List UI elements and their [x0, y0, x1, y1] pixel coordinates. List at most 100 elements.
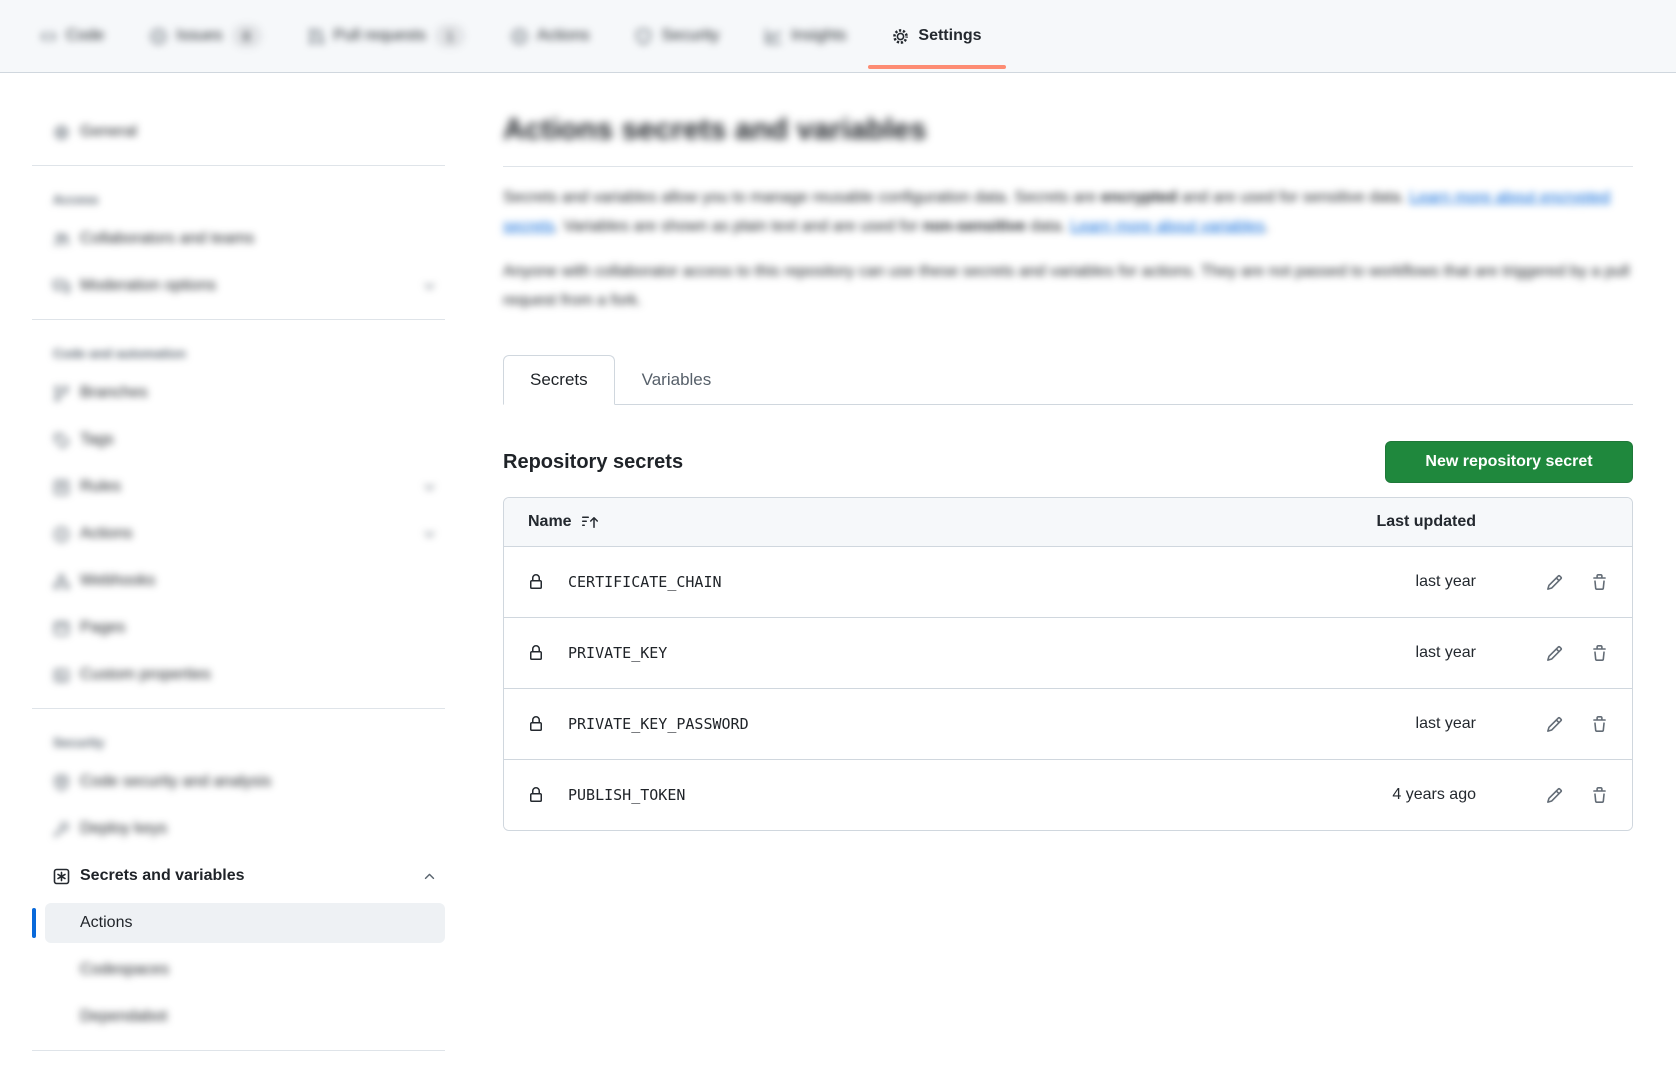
sidebar-section-code-and-automation: Code and automation — [45, 346, 445, 361]
page-title: Actions secrets and variables — [503, 112, 1633, 148]
secret-name: PUBLISH_TOKEN — [568, 786, 685, 804]
chevron-down-icon — [422, 279, 437, 294]
tab-label: Actions — [537, 27, 589, 45]
delete-secret-button[interactable] — [1591, 574, 1608, 591]
rules-icon — [53, 479, 70, 496]
edit-secret-button[interactable] — [1546, 716, 1563, 733]
tab-variables[interactable]: Variables — [615, 355, 739, 404]
pencil-icon — [1546, 716, 1563, 733]
sidebar-item-general[interactable]: General — [45, 112, 445, 152]
tab-settings[interactable]: Settings — [888, 0, 985, 72]
repository-secrets-heading: Repository secrets — [503, 451, 683, 474]
column-header-last-updated: Last updated — [1306, 513, 1476, 531]
people-icon — [53, 231, 70, 248]
sidebar-item-label: Moderation options — [80, 277, 216, 295]
tab-label: Code — [66, 27, 104, 45]
table-row: PRIVATE_KEY_PASSWORD last year — [504, 688, 1632, 759]
page-description: Secrets and variables allow you to manag… — [503, 183, 1633, 315]
delete-secret-button[interactable] — [1591, 645, 1608, 662]
sidebar-subitem-dependabot[interactable]: Dependabot — [45, 997, 445, 1037]
sidebar-item-deploy-keys[interactable]: Deploy keys — [45, 809, 445, 849]
sidebar-item-secrets-and-variables[interactable]: Secrets and variables — [45, 856, 445, 896]
sidebar-item-custom-properties[interactable]: Custom properties — [45, 655, 445, 695]
delete-secret-button[interactable] — [1591, 787, 1608, 804]
tab-pull-requests[interactable]: Pull requests 1 — [304, 0, 470, 72]
settings-content: Actions secrets and variables Secrets an… — [455, 73, 1676, 831]
sidebar-item-label: Secrets and variables — [80, 867, 245, 885]
trash-icon — [1591, 716, 1608, 733]
column-header-name: Name — [528, 513, 572, 531]
gear-icon — [53, 124, 70, 141]
tab-issues[interactable]: Issues 8 — [146, 0, 265, 72]
sidebar-item-label: Branches — [80, 384, 148, 402]
sidebar-divider — [32, 708, 445, 709]
pencil-icon — [1546, 645, 1563, 662]
trash-icon — [1591, 787, 1608, 804]
gear-icon — [892, 28, 909, 45]
codescan-icon — [53, 774, 70, 791]
tab-label: Pull requests — [334, 27, 427, 45]
id-badge-icon — [53, 667, 70, 684]
tag-icon — [53, 432, 70, 449]
sidebar-item-label: Deploy keys — [80, 820, 167, 838]
sidebar-item-branches[interactable]: Branches — [45, 373, 445, 413]
webhook-icon — [53, 573, 70, 590]
edit-secret-button[interactable] — [1546, 645, 1563, 662]
sidebar-item-label: Collaborators and teams — [80, 230, 254, 248]
tab-actions[interactable]: Actions — [507, 0, 593, 72]
edit-secret-button[interactable] — [1546, 787, 1563, 804]
new-repository-secret-button[interactable]: New repository secret — [1385, 441, 1633, 483]
tab-insights[interactable]: Insights — [761, 0, 850, 72]
sidebar-item-label: Code security and analysis — [80, 773, 271, 791]
pull-request-icon — [308, 28, 325, 45]
sidebar-item-actions[interactable]: Actions — [45, 514, 445, 554]
browser-icon — [53, 620, 70, 637]
repository-secrets-header: Repository secrets New repository secret — [503, 441, 1633, 483]
sidebar-divider — [32, 165, 445, 166]
sidebar-item-collaborators[interactable]: Collaborators and teams — [45, 219, 445, 259]
sidebar-item-label: Actions — [80, 525, 132, 543]
sidebar-subitem-actions[interactable]: Actions — [45, 903, 445, 943]
secrets-table: Name Last updated CERTIFICATE_CHAIN last… — [503, 497, 1633, 831]
secret-name: PRIVATE_KEY — [568, 644, 667, 662]
tab-code[interactable]: Code — [36, 0, 108, 72]
tab-security[interactable]: Security — [631, 0, 723, 72]
table-row: PUBLISH_TOKEN 4 years ago — [504, 759, 1632, 830]
sidebar-subitem-codespaces[interactable]: Codespaces — [45, 950, 445, 990]
sidebar-item-label: Codespaces — [80, 961, 169, 979]
sidebar-item-webhooks[interactable]: Webhooks — [45, 561, 445, 601]
sidebar-item-label: Pages — [80, 619, 125, 637]
edit-secret-button[interactable] — [1546, 574, 1563, 591]
sidebar-item-pages[interactable]: Pages — [45, 608, 445, 648]
repo-tab-nav: Code Issues 8 Pull requests 1 Actions Se… — [0, 0, 1676, 73]
sidebar-item-label: Custom properties — [80, 666, 211, 684]
sidebar-section-access: Access — [45, 192, 445, 207]
trash-icon — [1591, 645, 1608, 662]
pencil-icon — [1546, 787, 1563, 804]
key-asterisk-icon — [53, 868, 70, 885]
sidebar-item-tags[interactable]: Tags — [45, 420, 445, 460]
sidebar-item-rules[interactable]: Rules — [45, 467, 445, 507]
secret-name: CERTIFICATE_CHAIN — [568, 573, 722, 591]
comment-discussion-icon — [53, 278, 70, 295]
settings-sidebar: General Access Collaborators and teams M… — [0, 73, 455, 1051]
shield-icon — [635, 28, 652, 45]
sidebar-item-label: Dependabot — [80, 1008, 167, 1026]
lock-icon — [528, 787, 544, 803]
tab-secrets[interactable]: Secrets — [503, 355, 615, 405]
git-branch-icon — [53, 385, 70, 402]
delete-secret-button[interactable] — [1591, 716, 1608, 733]
lock-icon — [528, 574, 544, 590]
sidebar-item-code-security[interactable]: Code security and analysis — [45, 762, 445, 802]
variables-link[interactable]: Learn more about variables — [1070, 218, 1265, 235]
sidebar-item-label: General — [80, 123, 137, 141]
table-row: CERTIFICATE_CHAIN last year — [504, 546, 1632, 617]
secrets-variables-tabs: Secrets Variables — [503, 355, 1633, 405]
tab-label: Settings — [918, 27, 981, 45]
title-divider — [503, 166, 1633, 167]
sidebar-item-label: Tags — [80, 431, 114, 449]
lock-icon — [528, 716, 544, 732]
trash-icon — [1591, 574, 1608, 591]
secret-last-updated: last year — [1306, 644, 1476, 662]
sidebar-item-moderation-options[interactable]: Moderation options — [45, 266, 445, 306]
